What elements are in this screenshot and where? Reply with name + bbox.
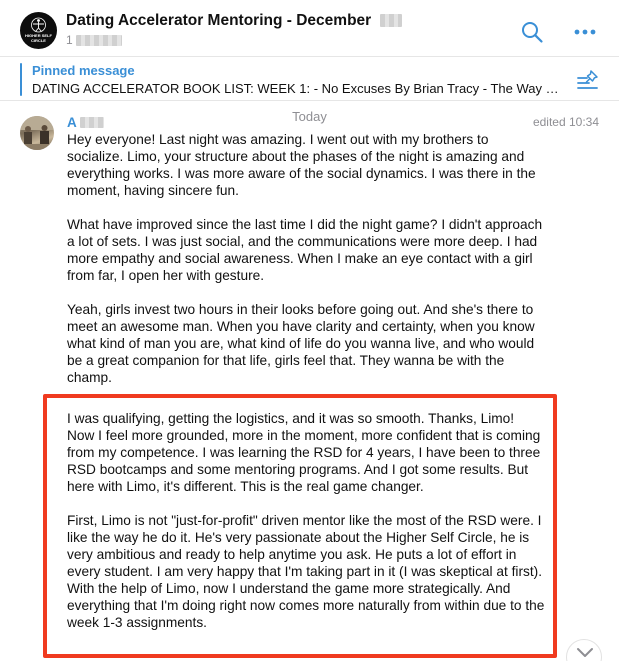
message-paragraph: Hey everyone! Last night was amazing. I … (67, 132, 536, 198)
message-body: Hey everyone! Last night was amazing. I … (67, 131, 545, 648)
message-paragraph: First, Limo is not "just-for-profit" dri… (67, 513, 545, 630)
scroll-down-button[interactable] (566, 639, 602, 661)
message-paragraph: Yeah, girls invest two hours in their lo… (67, 302, 535, 385)
sender-initial: A (67, 115, 77, 130)
message-paragraph: What have improved since the last time I… (67, 217, 543, 283)
logo-text-line-2: CIRCLE (31, 38, 46, 43)
message-feed[interactable]: Today A edited 10:34 Hey everyone! Last … (0, 101, 619, 661)
sender-name[interactable]: A (67, 115, 104, 130)
pinned-text: DATING ACCELERATOR BOOK LIST: WEEK 1: - … (32, 81, 562, 96)
group-avatar[interactable]: HIGHER SELF CIRCLE (20, 12, 57, 49)
redacted-text (75, 34, 122, 46)
pinned-label: Pinned message (32, 63, 135, 78)
message-paragraph: I was qualifying, getting the logistics,… (67, 411, 541, 494)
edited-timestamp: edited 10:34 (532, 115, 599, 129)
sender-avatar[interactable] (20, 116, 54, 150)
member-count-prefix: 1 (66, 33, 73, 47)
chevron-down-icon (577, 648, 593, 657)
more-options-icon[interactable] (570, 21, 600, 43)
chat-title: Dating Accelerator Mentoring - December (66, 12, 402, 30)
search-icon[interactable] (520, 20, 544, 44)
chat-title-text: Dating Accelerator Mentoring - December (66, 12, 372, 29)
chat-subtitle: 1 (66, 33, 122, 47)
pinned-accent-bar (20, 63, 22, 96)
chat-header: HIGHER SELF CIRCLE Dating Accelerator Me… (0, 0, 619, 56)
pinned-list-icon[interactable] (576, 69, 600, 91)
pinned-message-bar[interactable]: Pinned message DATING ACCELERATOR BOOK L… (0, 56, 619, 101)
redacted-text (379, 14, 402, 28)
higher-self-circle-logo (31, 17, 46, 33)
redacted-text (79, 117, 104, 128)
